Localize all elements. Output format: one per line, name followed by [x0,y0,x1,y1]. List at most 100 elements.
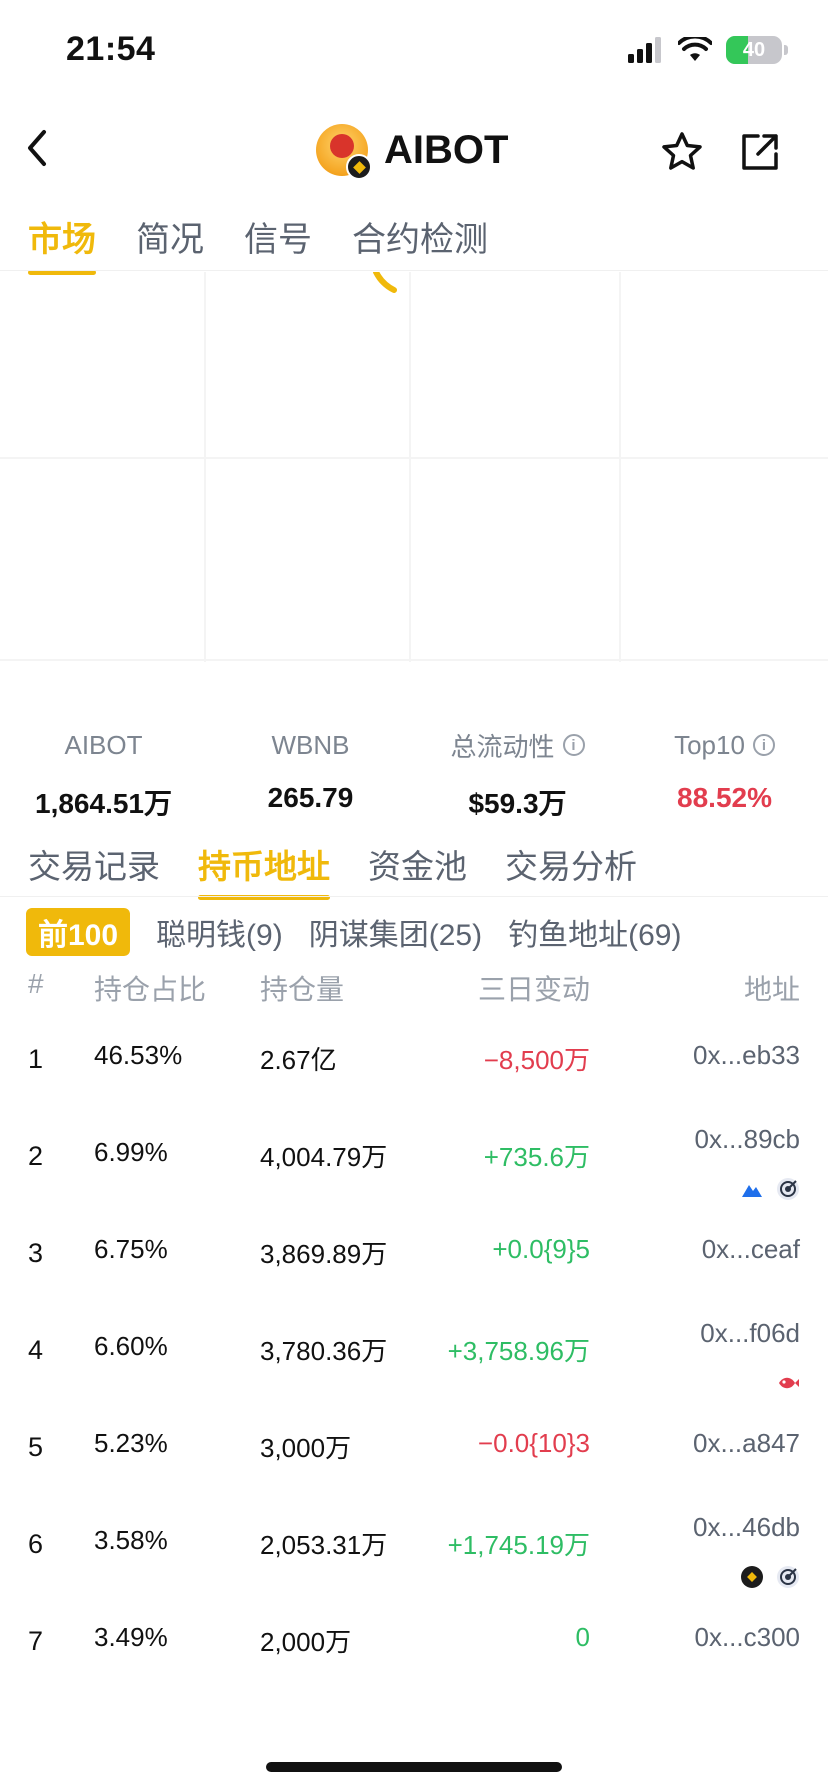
tab-market[interactable]: 市场 [28,212,96,275]
filter-phishing[interactable]: 钓鱼地址(69) [508,908,681,956]
holder-filters: 前100 聪明钱(9) 阴谋集团(25) 钓鱼地址(69) [26,908,681,956]
holder-pct: 3.58% [94,1525,168,1555]
table-row[interactable]: 3 6.75% 3,869.89万 +0.0{9}5 0x...ceaf [0,1234,828,1331]
header-pct: 持仓占比 [94,974,207,1005]
price-chart[interactable] [0,272,828,662]
bnb-chain-icon [346,154,372,180]
holder-address[interactable]: 0x...a847 [693,1428,800,1459]
target-icon[interactable] [776,1177,800,1201]
holder-address[interactable]: 0x...c300 [694,1622,800,1653]
holder-pct: 5.23% [94,1428,168,1458]
info-icon[interactable]: i [562,734,585,756]
top-tabs: 市场 简况 信号 合约检测 [28,212,488,275]
holder-rank: 1 [28,1044,44,1074]
header-change: 三日变动 [477,974,590,1005]
table-row[interactable]: 7 3.49% 2,000万 0 0x...c300 [0,1622,828,1719]
holder-change: 0 [575,1622,590,1652]
stat-label: AIBOT [64,729,143,760]
holder-address[interactable]: 0x...f06d [700,1318,800,1349]
mountain-icon[interactable] [740,1177,764,1201]
table-row[interactable]: 5 5.23% 3,000万 −0.0{10}3 0x...a847 [0,1428,828,1525]
star-icon[interactable] [660,130,704,174]
table-row[interactable]: 2 6.99% 4,004.79万 +735.6万 0x...89cb [0,1124,828,1234]
binance-icon[interactable] [740,1565,764,1589]
header-address: 地址 [743,974,800,1005]
fish-icon[interactable] [776,1371,800,1395]
tab-holders[interactable]: 持币地址 [198,840,330,900]
battery-tip [784,45,788,55]
holder-rank: 6 [28,1529,44,1559]
header-amount: 持仓量 [260,974,345,1005]
filter-smart-money[interactable]: 聪明钱(9) [156,908,283,956]
stat-top10: Top10 i 88.52% [621,728,828,822]
stat-value: $59.3万 [468,788,567,819]
holder-change: +0.0{9}5 [492,1234,590,1264]
tab-trades[interactable]: 交易记录 [28,840,160,898]
tab-trade-analysis[interactable]: 交易分析 [505,840,637,898]
holder-pct: 6.99% [94,1137,168,1167]
holder-change: +1,745.19万 [447,1530,590,1560]
holder-rank: 5 [28,1432,44,1462]
tab-divider [0,270,828,271]
sub-divider [0,896,828,897]
stat-label: WBNB [271,729,350,760]
stat-liquidity: 总流动性 i $59.3万 [414,728,621,822]
stat-label: Top10 [674,729,745,760]
token-avatar [316,124,372,180]
tab-contract-check[interactable]: 合约检测 [352,212,488,271]
holder-rank: 3 [28,1238,44,1268]
status-icons: 40 [628,36,788,64]
header-rank: # [28,968,44,999]
holder-change: −0.0{10}3 [477,1428,590,1458]
holder-amount: 2.67亿 [260,1045,337,1075]
holder-amount: 3,869.89万 [260,1239,388,1269]
tab-pools[interactable]: 资金池 [368,840,467,898]
holder-rank: 2 [28,1141,44,1171]
table-row[interactable]: 4 6.60% 3,780.36万 +3,758.96万 0x...f06d [0,1318,828,1428]
info-icon[interactable]: i [752,734,775,756]
holder-address[interactable]: 0x...89cb [694,1124,800,1155]
holder-amount: 2,000万 [260,1627,352,1657]
share-icon[interactable] [740,132,780,172]
table-row[interactable]: 6 3.58% 2,053.31万 +1,745.19万 0x...46db [0,1512,828,1622]
holder-pct: 3.49% [94,1622,168,1652]
page-title: AIBOT [384,127,509,172]
stat-label: 总流动性 [450,731,555,762]
filter-cabal[interactable]: 阴谋集团(25) [309,908,482,956]
table-row[interactable]: 1 46.53% 2.67亿 −8,500万 0x...eb33 [0,1040,828,1137]
stat-value: 1,864.51万 [35,788,172,819]
holder-address[interactable]: 0x...46db [693,1512,800,1543]
tab-overview[interactable]: 简况 [136,212,204,271]
stat-value: 88.52% [677,782,772,813]
status-time: 21:54 [66,30,156,68]
token-stats: AIBOT 1,864.51万 WBNB 265.79 总流动性 i $59.3万… [0,728,828,822]
table-header: # 持仓占比 持仓量 三日变动 地址 [0,968,828,1008]
target-icon[interactable] [776,1565,800,1589]
holder-address[interactable]: 0x...ceaf [702,1234,800,1265]
sub-tabs: 交易记录 持币地址 资金池 交易分析 [28,840,637,900]
battery-level: 40 [742,38,766,61]
holder-pct: 6.75% [94,1234,168,1264]
loading-spinner [373,272,397,293]
filter-top100[interactable]: 前100 [26,908,131,956]
holder-address[interactable]: 0x...eb33 [693,1040,800,1071]
holder-rank: 4 [28,1335,44,1365]
stat-wbnb: WBNB 265.79 [207,728,414,822]
holder-pct: 6.60% [94,1331,168,1361]
holder-change: +3,758.96万 [447,1336,590,1366]
holder-rank: 7 [28,1626,44,1656]
address-badges [740,1565,800,1589]
battery-icon: 40 [726,36,782,64]
tab-signals[interactable]: 信号 [244,212,312,271]
address-badges [740,1177,800,1201]
holder-change: +735.6万 [483,1142,590,1172]
holder-amount: 3,000万 [260,1433,352,1463]
stat-aibot: AIBOT 1,864.51万 [0,728,207,822]
address-badges [776,1371,800,1395]
back-icon[interactable] [20,128,56,168]
token-title: AIBOT [316,124,509,180]
holder-amount: 4,004.79万 [260,1142,388,1172]
holder-change: −8,500万 [483,1045,590,1075]
cherry-logo [330,134,354,158]
holder-amount: 2,053.31万 [260,1530,388,1560]
